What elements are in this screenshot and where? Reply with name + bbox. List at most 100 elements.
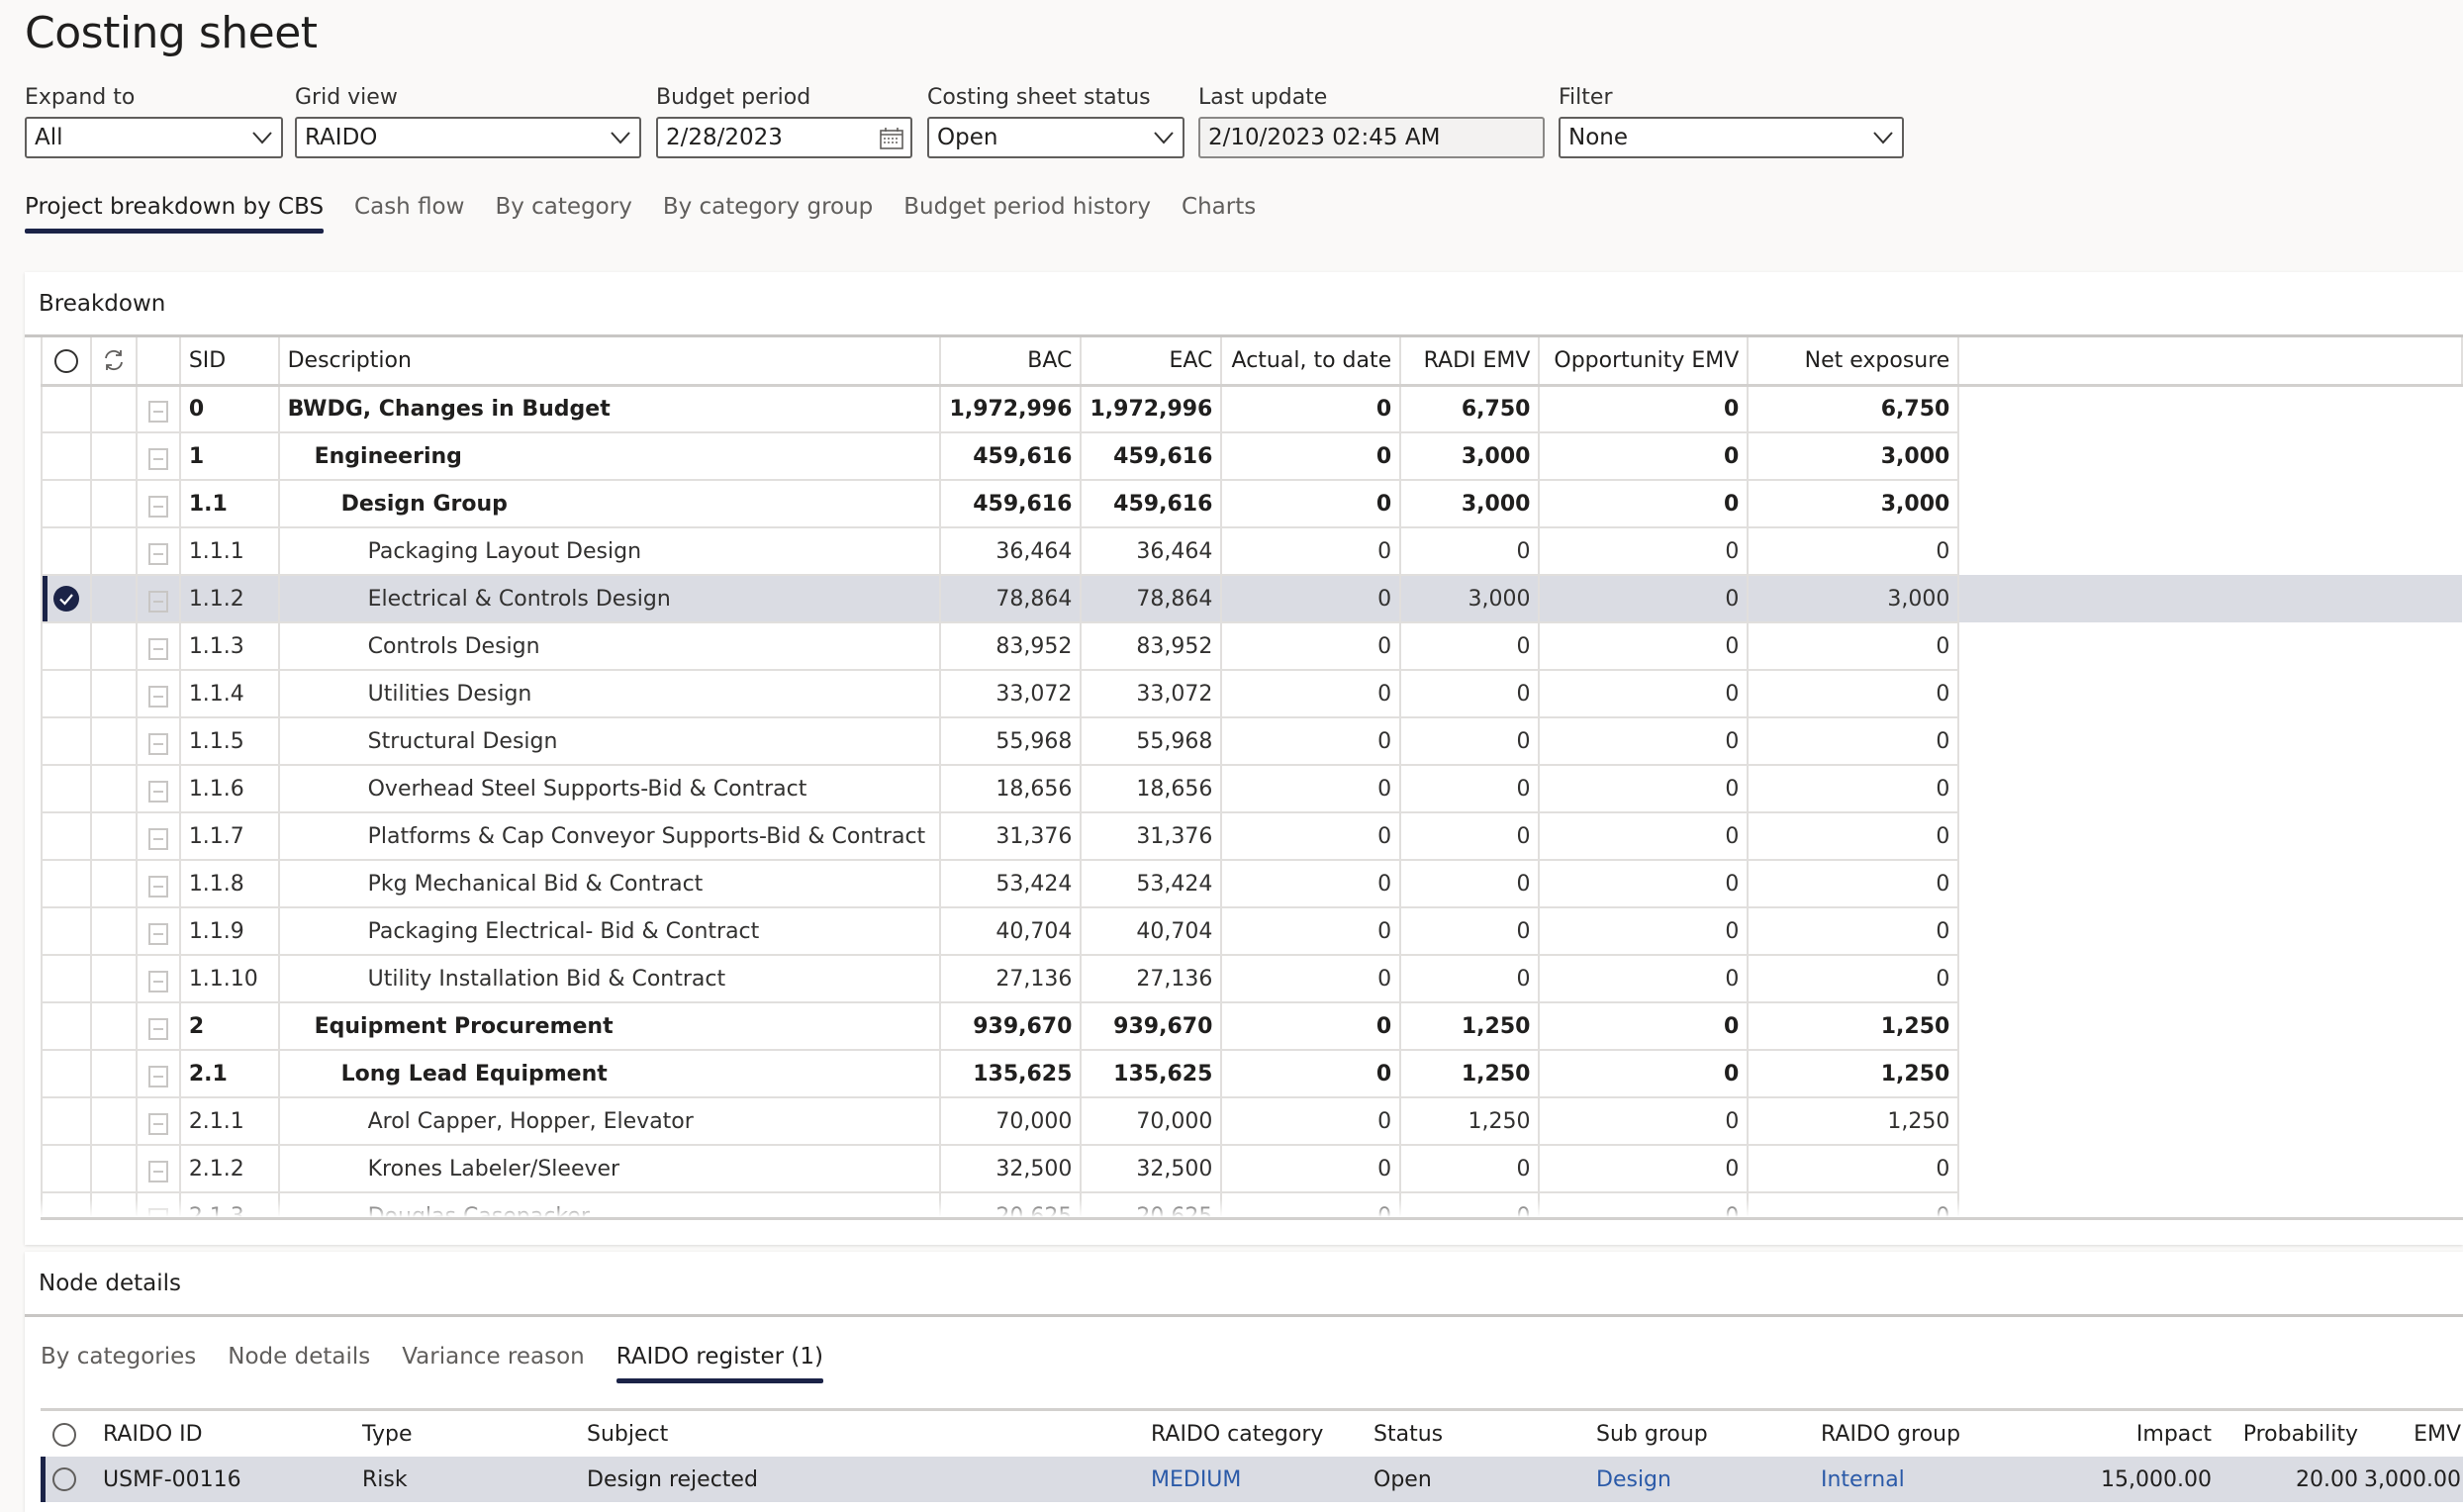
tab-raido-register[interactable]: RAIDO register (1) <box>616 1344 824 1383</box>
cell-opportunity-emv[interactable]: 0 <box>1539 1050 1750 1098</box>
cell-actual[interactable]: 0 <box>1221 1050 1402 1098</box>
cell-radi-emv[interactable]: 0 <box>1400 527 1541 576</box>
row-expand-cell[interactable] <box>136 1050 181 1098</box>
row-expand-cell[interactable] <box>136 527 181 576</box>
row-expand-cell[interactable] <box>136 955 181 1003</box>
select-all-radio-icon[interactable] <box>54 348 79 373</box>
column-header-actual[interactable]: Actual, to date <box>1221 337 1402 387</box>
cell-bac[interactable]: 55,968 <box>939 717 1083 766</box>
raido-category-link[interactable]: MEDIUM <box>1151 1467 1241 1492</box>
raido-col-id[interactable]: RAIDO ID <box>103 1422 203 1447</box>
collapse-icon[interactable] <box>147 971 168 992</box>
cell-net-exposure[interactable]: 3,000 <box>1748 480 1960 528</box>
tab-project-breakdown[interactable]: Project breakdown by CBS <box>25 194 325 234</box>
cell-eac[interactable]: 53,424 <box>1081 860 1223 908</box>
cell-net-exposure[interactable]: 1,250 <box>1748 1097 1960 1146</box>
cell-description[interactable]: Engineering <box>278 432 941 481</box>
cell-bac[interactable]: 18,656 <box>939 765 1083 813</box>
table-row[interactable]: 1.1 Design Group 459,616 459,616 0 3,000 0 3,00… <box>41 480 2462 528</box>
cell-actual[interactable]: 0 <box>1221 860 1402 908</box>
raido-col-type[interactable]: Type <box>362 1422 413 1447</box>
row-select-cell[interactable] <box>41 480 93 528</box>
collapse-icon[interactable] <box>147 448 168 470</box>
cell-net-exposure[interactable]: 0 <box>1748 812 1960 861</box>
cell-actual[interactable]: 0 <box>1221 432 1402 481</box>
row-select-cell[interactable] <box>41 622 93 671</box>
row-expand-cell[interactable] <box>136 1002 181 1051</box>
cell-radi-emv[interactable]: 0 <box>1400 907 1541 956</box>
row-select-cell[interactable] <box>41 860 93 908</box>
row-expand-cell[interactable] <box>136 670 181 718</box>
cell-actual[interactable]: 0 <box>1221 575 1402 623</box>
cell-sid[interactable]: 1 <box>179 432 280 481</box>
tab-cash-flow[interactable]: Cash flow <box>354 194 464 234</box>
calendar-icon[interactable] <box>879 127 904 150</box>
cell-bac[interactable]: 40,704 <box>939 907 1083 956</box>
row-select-cell[interactable] <box>41 575 93 623</box>
cell-eac[interactable]: 33,072 <box>1081 670 1223 718</box>
row-select-cell[interactable] <box>41 812 93 861</box>
tab-variance-reason[interactable]: Variance reason <box>402 1344 585 1383</box>
cell-bac[interactable]: 939,670 <box>939 1002 1083 1051</box>
cell-description[interactable]: Pkg Mechanical Bid & Contract <box>278 860 941 908</box>
row-expand-cell[interactable] <box>136 860 181 908</box>
cell-radi-emv[interactable]: 0 <box>1400 670 1541 718</box>
cell-net-exposure[interactable]: 0 <box>1748 765 1960 813</box>
row-select-cell[interactable] <box>41 385 93 433</box>
collapse-icon[interactable] <box>147 638 168 660</box>
cell-opportunity-emv[interactable]: 0 <box>1539 527 1750 576</box>
table-row[interactable]: 1.1.1 Packaging Layout Design 36,464 36,464… <box>41 527 2462 576</box>
refresh-cell[interactable] <box>91 337 138 387</box>
cell-opportunity-emv[interactable]: 0 <box>1539 812 1750 861</box>
collapse-icon[interactable] <box>147 781 168 803</box>
table-row[interactable]: 1.1.10 Utility Installation Bid & Contrac… <box>41 955 2462 1003</box>
row-expand-cell[interactable] <box>136 907 181 956</box>
cell-bac[interactable]: 459,616 <box>939 432 1083 481</box>
collapse-icon[interactable] <box>147 543 168 565</box>
cell-net-exposure[interactable]: 0 <box>1748 622 1960 671</box>
cell-opportunity-emv[interactable]: 0 <box>1539 907 1750 956</box>
cell-description[interactable]: BWDG, Changes in Budget <box>278 385 941 433</box>
cell-sid[interactable]: 2.1.2 <box>179 1145 280 1193</box>
raido-col-status[interactable]: Status <box>1374 1422 1443 1447</box>
cell-opportunity-emv[interactable]: 0 <box>1539 385 1750 433</box>
cell-description[interactable]: Overhead Steel Supports-Bid & Contract <box>278 765 941 813</box>
row-select-cell[interactable] <box>41 1002 93 1051</box>
column-header-description[interactable]: Description <box>278 337 941 387</box>
expand-to-select[interactable]: All <box>25 117 283 158</box>
raido-row-select[interactable] <box>52 1466 76 1491</box>
refresh-icon[interactable] <box>101 347 127 373</box>
collapse-icon[interactable] <box>147 1161 168 1182</box>
cell-actual[interactable]: 0 <box>1221 907 1402 956</box>
select-all-cell[interactable] <box>41 337 93 387</box>
cell-opportunity-emv[interactable]: 0 <box>1539 717 1750 766</box>
cell-sid[interactable]: 1.1.3 <box>179 622 280 671</box>
cell-eac[interactable]: 1,972,996 <box>1081 385 1223 433</box>
row-select-cell[interactable] <box>41 717 93 766</box>
cell-description[interactable]: Equipment Procurement <box>278 1002 941 1051</box>
cell-opportunity-emv[interactable]: 0 <box>1539 1002 1750 1051</box>
cell-bac[interactable]: 83,952 <box>939 622 1083 671</box>
cell-radi-emv[interactable]: 0 <box>1400 1145 1541 1193</box>
cell-description[interactable]: Long Lead Equipment <box>278 1050 941 1098</box>
cell-radi-emv[interactable]: 0 <box>1400 812 1541 861</box>
cell-eac[interactable]: 18,656 <box>1081 765 1223 813</box>
cell-sid[interactable]: 1.1.5 <box>179 717 280 766</box>
row-select-cell[interactable] <box>41 670 93 718</box>
raido-col-subgroup[interactable]: Sub group <box>1596 1422 1708 1447</box>
raido-col-category[interactable]: RAIDO category <box>1151 1422 1323 1447</box>
cell-opportunity-emv[interactable]: 0 <box>1539 955 1750 1003</box>
cell-actual[interactable]: 0 <box>1221 670 1402 718</box>
row-select-cell[interactable] <box>41 1050 93 1098</box>
cell-radi-emv[interactable]: 0 <box>1400 860 1541 908</box>
cell-eac[interactable]: 83,952 <box>1081 622 1223 671</box>
row-select-cell[interactable] <box>41 765 93 813</box>
row-select-cell[interactable] <box>41 432 93 481</box>
cell-net-exposure[interactable]: 0 <box>1748 527 1960 576</box>
column-header-bac[interactable]: BAC <box>939 337 1083 387</box>
collapse-icon[interactable] <box>147 1113 168 1135</box>
cell-radi-emv[interactable]: 1,250 <box>1400 1050 1541 1098</box>
collapse-icon[interactable] <box>147 1066 168 1087</box>
cell-bac[interactable]: 31,376 <box>939 812 1083 861</box>
cell-net-exposure[interactable]: 3,000 <box>1748 432 1960 481</box>
